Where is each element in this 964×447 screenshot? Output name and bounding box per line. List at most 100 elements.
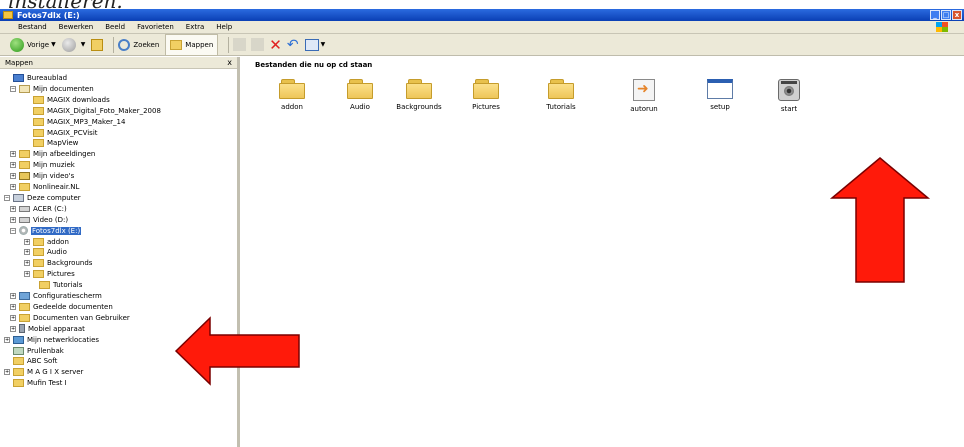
expand-icon[interactable]: + (10, 184, 16, 190)
expand-icon[interactable]: + (24, 271, 30, 278)
tree-item[interactable]: − Deze computer (4, 193, 81, 203)
file-item[interactable]: Backgrounds (396, 79, 442, 111)
tree-item[interactable]: + Audio (24, 247, 67, 257)
expand-icon[interactable]: + (10, 293, 16, 299)
folders-label: Mappen (185, 40, 214, 49)
tree-item[interactable]: + Video (D:) (10, 215, 68, 225)
tree-item[interactable]: + Gedeelde documenten (10, 302, 113, 312)
folder-icon (33, 139, 44, 148)
minimize-button[interactable]: _ (930, 10, 940, 20)
tree-item[interactable]: MAGIX_MP3_Maker_14 (24, 117, 125, 127)
collapse-icon[interactable]: − (10, 227, 16, 234)
menu-bestand[interactable]: Bestand (18, 23, 47, 31)
tree-item[interactable]: + Documenten van Gebruiker (10, 313, 130, 323)
close-button[interactable]: x (952, 10, 962, 20)
tree-item[interactable]: MAGIX_Digital_Foto_Maker_2008 (24, 106, 161, 116)
tree-item-label: Bureaublad (27, 74, 68, 82)
tree-item[interactable]: + ACER (C:) (10, 204, 67, 214)
tree-item[interactable]: + Mijn afbeeldingen (10, 149, 95, 159)
expand-icon[interactable]: + (24, 249, 30, 256)
folder-icon (19, 302, 30, 311)
tree-item[interactable]: − Mijn documenten (10, 84, 94, 94)
expand-icon[interactable]: + (10, 325, 16, 332)
tree-item-label: Fotos7dlx (E:) (31, 226, 82, 235)
delete-icon[interactable]: ✕ (269, 37, 282, 52)
up-button[interactable] (91, 36, 104, 54)
expand-icon[interactable]: + (4, 369, 10, 376)
folders-button[interactable]: Mappen (165, 33, 219, 56)
tree-item[interactable]: Tutorials (30, 280, 82, 290)
expand-icon[interactable]: + (4, 336, 10, 343)
tree-item-label: Configuratiescherm (33, 292, 102, 300)
tree-item[interactable]: Bureaublad (4, 73, 67, 83)
folder-icon (33, 259, 44, 268)
file-item[interactable]: addon (269, 79, 315, 111)
file-item[interactable]: Audio (337, 79, 383, 111)
tree-item[interactable]: + Mobiel apparaat (10, 324, 85, 334)
file-item[interactable]: Pictures (463, 79, 509, 111)
maximize-button[interactable]: □ (941, 10, 951, 20)
expand-icon[interactable]: + (24, 260, 30, 267)
expand-icon[interactable]: + (24, 238, 30, 245)
tree-item[interactable]: MapView (24, 138, 78, 148)
tree-item[interactable]: + Configuratiescherm (10, 291, 102, 301)
tree-item-label: Backgrounds (47, 259, 93, 268)
tree-item[interactable]: − Fotos7dlx (E:) (10, 226, 82, 236)
back-button[interactable]: Vorige ▼ (10, 36, 56, 54)
tree-item-label: Mobiel apparaat (28, 324, 85, 333)
expand-icon[interactable]: + (10, 216, 16, 223)
menu-bewerken[interactable]: Bewerken (59, 23, 94, 31)
toolbar-separator (113, 36, 115, 53)
collapse-icon[interactable]: − (4, 194, 10, 201)
file-item[interactable]: start (766, 79, 812, 113)
expand-icon[interactable]: + (10, 162, 16, 169)
expand-icon[interactable]: + (10, 314, 16, 321)
undo-icon[interactable]: ↶ (287, 37, 299, 53)
tree-item[interactable]: + addon (24, 237, 69, 247)
tree-item[interactable]: MAGIX downloads (24, 95, 110, 105)
caption-text: installeren. (8, 0, 123, 13)
folder-icon (13, 379, 24, 388)
tree-item[interactable]: + Nonlineair.NL (10, 182, 79, 192)
copy-to-icon[interactable] (251, 38, 265, 51)
menu-extra[interactable]: Extra (186, 23, 204, 31)
file-item[interactable]: setup (697, 79, 743, 111)
folders-pane-title: Mappen (5, 58, 33, 67)
tree-item[interactable]: + Mijn video's (10, 171, 74, 181)
forward-button[interactable]: ▼ (61, 36, 85, 54)
tree-item[interactable]: + M A G I X server (4, 367, 83, 377)
control-panel-icon (19, 292, 30, 300)
expand-icon[interactable]: + (10, 205, 16, 212)
chevron-down-icon[interactable]: ▼ (321, 41, 326, 48)
expand-icon[interactable]: + (10, 303, 16, 310)
expand-icon[interactable]: + (10, 173, 16, 180)
drive-icon (19, 216, 30, 223)
file-label: start (780, 105, 798, 113)
menu-favorieten[interactable]: Favorieten (137, 23, 174, 31)
tree-item[interactable]: MAGIX_PCVisit (24, 128, 98, 138)
folder-icon (33, 248, 44, 257)
menu-help[interactable]: Help (216, 23, 232, 31)
collapse-icon[interactable]: − (10, 85, 16, 92)
expand-icon[interactable]: + (10, 151, 16, 158)
search-button[interactable]: Zoeken (118, 36, 159, 54)
views-icon[interactable] (304, 38, 319, 51)
network-icon (13, 335, 24, 344)
menu-beeld[interactable]: Beeld (105, 23, 125, 31)
tree-item-label: MAGIX downloads (47, 95, 110, 104)
file-item[interactable]: autorun (621, 79, 667, 113)
folder-icon (33, 237, 44, 246)
file-item[interactable]: Tutorials (538, 79, 584, 111)
tree-item[interactable]: + Mijn muziek (10, 160, 75, 170)
folders-pane-close-button[interactable]: x (227, 58, 232, 67)
tree-item[interactable]: + Pictures (24, 269, 75, 279)
tree-item[interactable]: ABC Soft (4, 356, 57, 366)
tree-item[interactable]: Mufin Test I (4, 378, 67, 388)
file-label: autorun (630, 105, 658, 113)
tree-item[interactable]: + Backgrounds (24, 258, 92, 268)
window-title: Fotos7dlx (E:) (17, 10, 80, 20)
chevron-down-icon: ▼ (51, 41, 56, 48)
move-to-icon[interactable] (233, 38, 247, 51)
tree-item[interactable]: Prullenbak (4, 346, 64, 356)
tree-item[interactable]: + Mijn netwerklocaties (4, 335, 99, 345)
